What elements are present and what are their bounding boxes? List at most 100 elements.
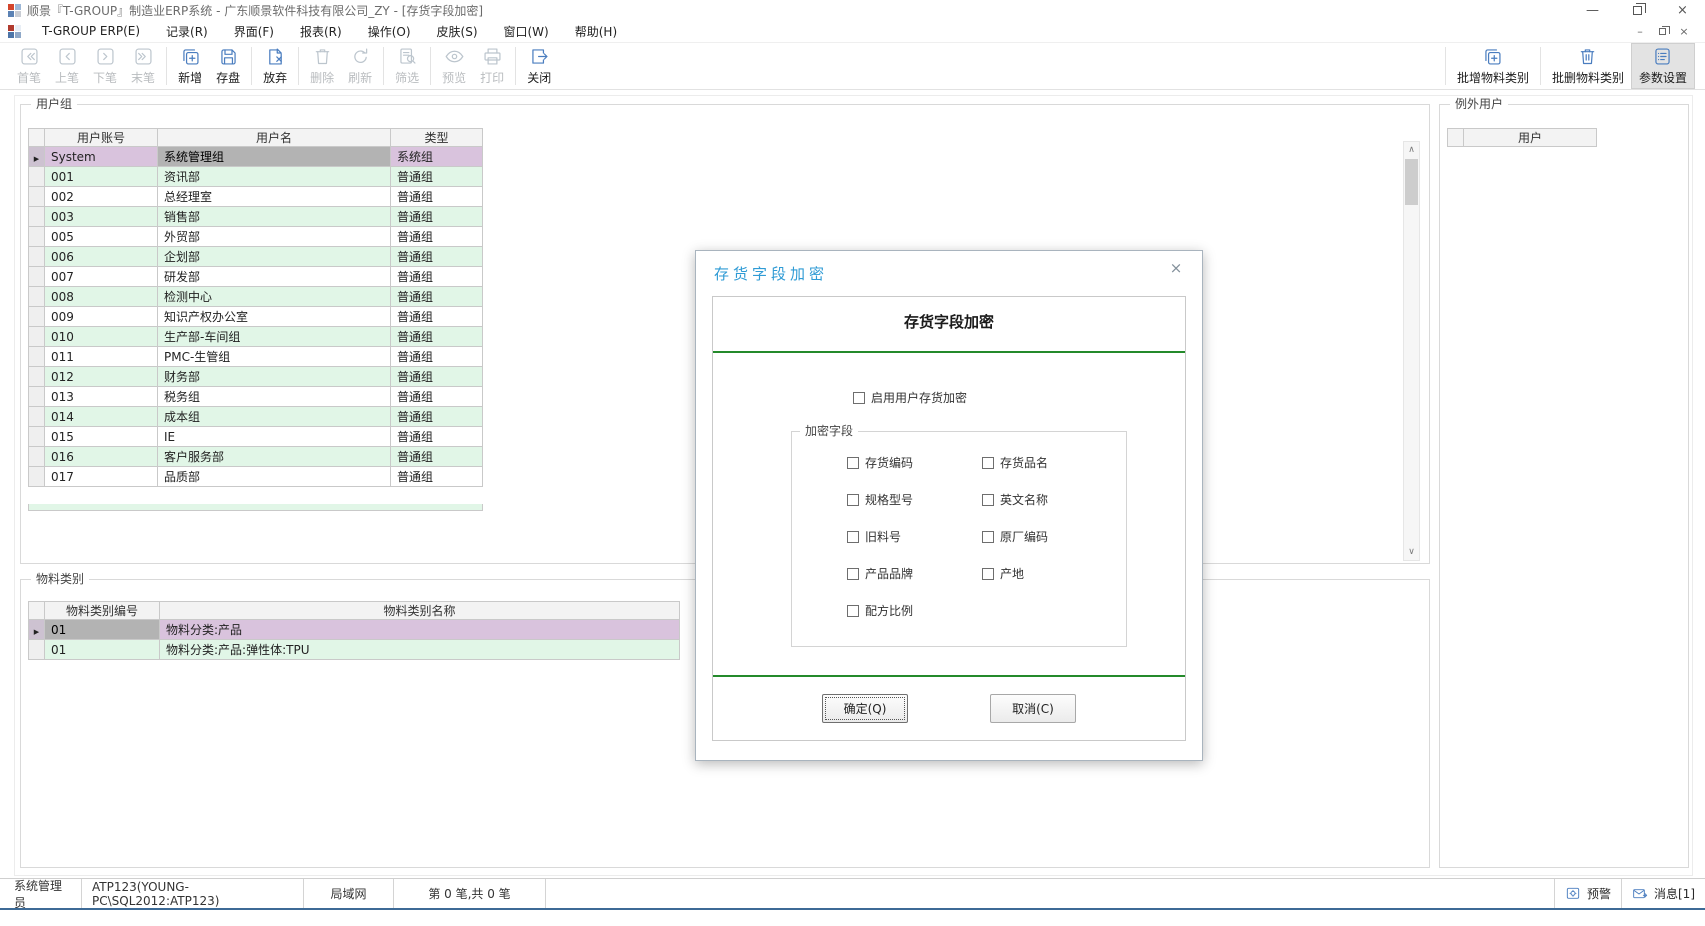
cell-account[interactable]: 016 (45, 447, 158, 467)
scroll-down-icon[interactable]: ∨ (1404, 544, 1419, 560)
user-group-row[interactable]: 015 IE 普通组 (29, 427, 483, 447)
user-group-row[interactable]: 002 总经理室 普通组 (29, 187, 483, 207)
cell-type[interactable]: 普通组 (391, 307, 483, 327)
user-group-row[interactable]: 006 企划部 普通组 (29, 247, 483, 267)
cell-type[interactable]: 普通组 (391, 187, 483, 207)
batch-delete-category-button[interactable]: 批删物料类别 (1545, 44, 1631, 88)
cell-type[interactable]: 普通组 (391, 347, 483, 367)
enable-encryption-checkbox[interactable]: 启用用户存货加密 (853, 389, 967, 406)
field-checkbox[interactable]: 存货编码 (847, 454, 982, 471)
close-button[interactable]: × (1660, 0, 1705, 20)
cell-account[interactable]: 009 (45, 307, 158, 327)
cell-type[interactable]: 普通组 (391, 407, 483, 427)
field-checkbox[interactable]: 配方比例 (847, 602, 982, 619)
menu-item[interactable]: 窗口(W) (491, 23, 562, 40)
cell-type[interactable]: 普通组 (391, 207, 483, 227)
cell-account[interactable]: 008 (45, 287, 158, 307)
cell-category-name[interactable]: 物料分类:产品:弹性体:TPU (160, 640, 680, 660)
field-checkbox[interactable]: 存货品名 (982, 454, 1117, 471)
cell-type[interactable]: 普通组 (391, 267, 483, 287)
row-selector[interactable] (29, 447, 45, 467)
filter-button[interactable]: 筛选 (388, 44, 426, 88)
row-selector[interactable] (29, 247, 45, 267)
vertical-scrollbar[interactable]: ∧ ∨ (1403, 141, 1420, 561)
row-selector[interactable] (29, 267, 45, 287)
cell-type[interactable]: 普通组 (391, 427, 483, 447)
row-selector[interactable] (29, 407, 45, 427)
cell-username[interactable]: 检测中心 (158, 287, 391, 307)
cell-type[interactable]: 普通组 (391, 327, 483, 347)
column-header-category-code[interactable]: 物料类别编号 (45, 602, 160, 620)
cell-username[interactable]: 生产部-车间组 (158, 327, 391, 347)
cell-account[interactable]: 010 (45, 327, 158, 347)
preview-button[interactable]: 预览 (435, 44, 473, 88)
column-header-category-name[interactable]: 物料类别名称 (160, 602, 680, 620)
menu-item[interactable]: 报表(R) (287, 23, 355, 40)
user-group-row[interactable]: System 系统管理组 系统组 (29, 147, 483, 167)
row-selector[interactable] (29, 620, 45, 640)
dialog-close-button[interactable]: × (1166, 259, 1186, 277)
cell-category-name[interactable]: 物料分类:产品 (160, 620, 680, 640)
cell-account[interactable]: 006 (45, 247, 158, 267)
cell-account[interactable]: 012 (45, 367, 158, 387)
row-selector[interactable] (29, 367, 45, 387)
cell-username[interactable]: PMC-生管组 (158, 347, 391, 367)
material-category-row[interactable]: 01 物料分类:产品:弹性体:TPU (29, 640, 680, 660)
material-category-row[interactable]: 01 物料分类:产品 (29, 620, 680, 640)
cell-account[interactable]: 013 (45, 387, 158, 407)
user-group-row[interactable]: 014 成本组 普通组 (29, 407, 483, 427)
nav-prev-button[interactable]: 上笔 (48, 44, 86, 88)
row-selector[interactable] (29, 147, 45, 167)
user-group-row[interactable]: 011 PMC-生管组 普通组 (29, 347, 483, 367)
row-selector[interactable] (29, 427, 45, 447)
add-button[interactable]: 新增 (171, 44, 209, 88)
mdi-close-button[interactable]: × (1673, 25, 1695, 38)
cell-type[interactable]: 普通组 (391, 167, 483, 187)
field-checkbox[interactable]: 原厂编码 (982, 528, 1117, 545)
user-group-row[interactable]: 016 客户服务部 普通组 (29, 447, 483, 467)
cell-category-code[interactable]: 01 (45, 640, 160, 660)
cell-username[interactable]: 资讯部 (158, 167, 391, 187)
cell-account[interactable]: 003 (45, 207, 158, 227)
nav-last-button[interactable]: 末笔 (124, 44, 162, 88)
delete-button[interactable]: 删除 (303, 44, 341, 88)
row-selector[interactable] (29, 327, 45, 347)
user-group-row[interactable]: 003 销售部 普通组 (29, 207, 483, 227)
user-group-row[interactable]: 012 财务部 普通组 (29, 367, 483, 387)
cell-account[interactable]: 015 (45, 427, 158, 447)
user-group-row[interactable]: 013 税务组 普通组 (29, 387, 483, 407)
menu-item[interactable]: 界面(F) (221, 23, 287, 40)
row-selector[interactable] (29, 347, 45, 367)
menu-item[interactable]: 皮肤(S) (424, 23, 491, 40)
field-checkbox[interactable]: 产品品牌 (847, 565, 982, 582)
cell-username[interactable]: 系统管理组 (158, 147, 391, 167)
scroll-thumb[interactable] (1405, 159, 1418, 205)
field-checkbox[interactable]: 产地 (982, 565, 1117, 582)
batch-add-category-button[interactable]: 批增物料类别 (1450, 44, 1536, 88)
cell-type[interactable]: 普通组 (391, 247, 483, 267)
cell-account[interactable]: 007 (45, 267, 158, 287)
cell-username[interactable]: 外贸部 (158, 227, 391, 247)
cell-account[interactable]: 005 (45, 227, 158, 247)
cell-account[interactable]: 011 (45, 347, 158, 367)
mdi-restore-button[interactable] (1651, 25, 1673, 38)
column-header-type[interactable]: 类型 (391, 129, 483, 147)
row-selector[interactable] (29, 167, 45, 187)
restore-button[interactable] (1615, 0, 1660, 20)
cell-username[interactable]: 研发部 (158, 267, 391, 287)
cell-account[interactable]: 002 (45, 187, 158, 207)
cell-username[interactable]: 品质部 (158, 467, 391, 487)
field-checkbox[interactable]: 英文名称 (982, 491, 1117, 508)
user-group-row[interactable]: 007 研发部 普通组 (29, 267, 483, 287)
cancel-button[interactable]: 取消(C) (990, 694, 1076, 723)
cell-username[interactable]: 税务组 (158, 387, 391, 407)
discard-button[interactable]: 放弃 (256, 44, 294, 88)
row-selector[interactable] (29, 227, 45, 247)
cell-type[interactable]: 系统组 (391, 147, 483, 167)
cell-username[interactable]: 客户服务部 (158, 447, 391, 467)
close-form-button[interactable]: 关闭 (520, 44, 558, 88)
ok-button[interactable]: 确定(Q) (822, 694, 908, 723)
user-group-row[interactable]: 017 品质部 普通组 (29, 467, 483, 487)
row-selector[interactable] (29, 307, 45, 327)
cell-username[interactable]: 成本组 (158, 407, 391, 427)
